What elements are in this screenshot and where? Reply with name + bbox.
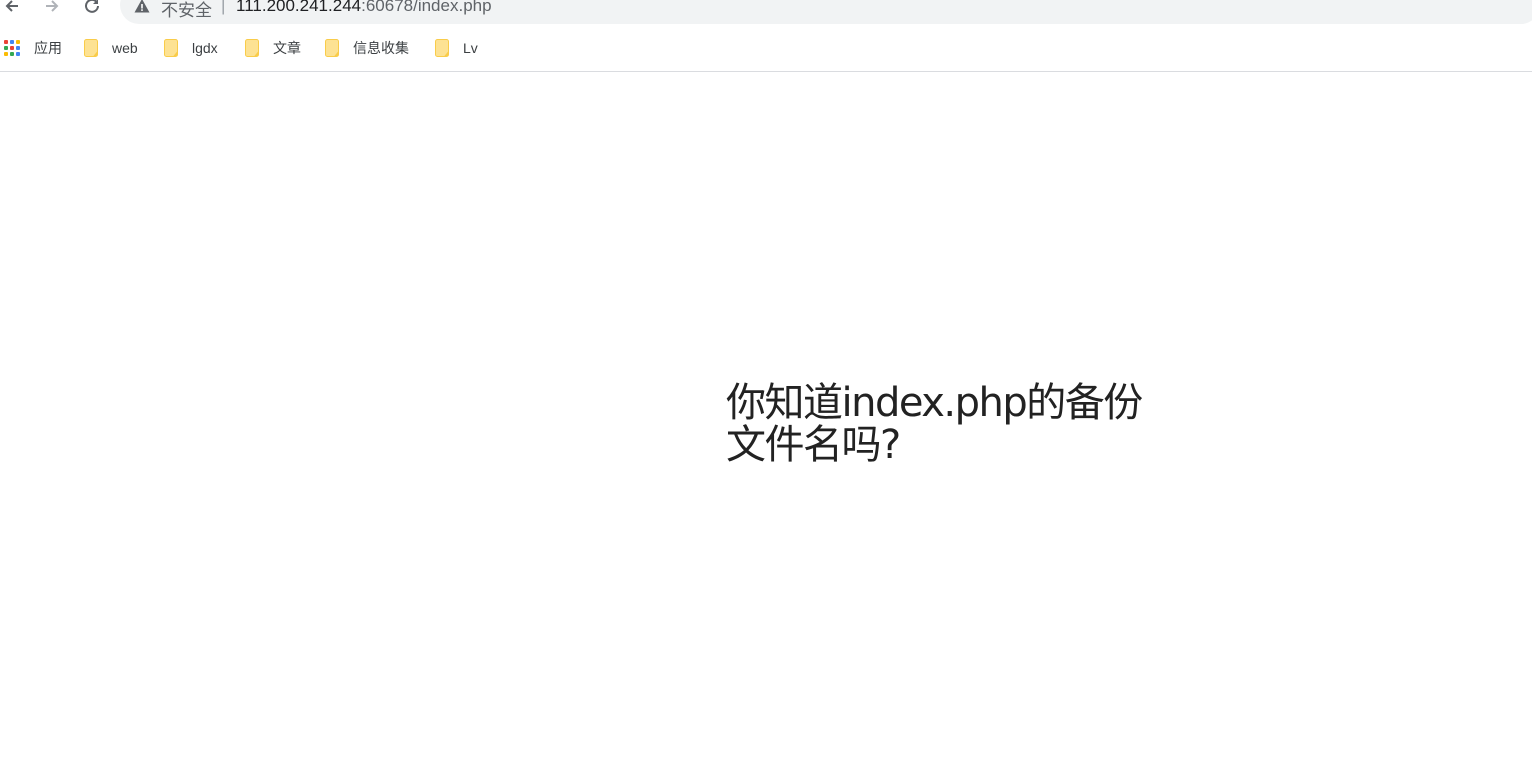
forward-button[interactable]	[38, 0, 66, 20]
folder-icon	[164, 39, 178, 57]
browser-toolbar: 不安全 | 111.200.241.244:60678/index.php	[0, 0, 1532, 26]
bookmark-label: lgdx	[192, 40, 218, 56]
bookmark-folder-lgdx[interactable]: lgdx	[164, 34, 218, 62]
bookmark-apps[interactable]: 应用	[4, 34, 62, 62]
url-separator: |	[221, 0, 226, 15]
folder-icon	[245, 39, 259, 57]
forward-arrow-icon	[46, 0, 59, 12]
reload-icon	[85, 0, 99, 13]
bookmarks-bar: 应用 web lgdx 文章 信息收集 Lv	[0, 34, 1532, 62]
url-host: 111.200.241.244	[236, 0, 362, 15]
bookmark-label: 文章	[273, 40, 301, 56]
folder-icon	[435, 39, 449, 57]
back-arrow-icon	[5, 0, 18, 12]
bookmark-folder-articles[interactable]: 文章	[245, 34, 301, 62]
browser-chrome: 不安全 | 111.200.241.244:60678/index.php 应用…	[0, 0, 1532, 72]
page-message: 你知道index.php的备份文件名吗?	[726, 380, 1143, 468]
bookmark-label: 信息收集	[353, 40, 409, 56]
back-button[interactable]	[0, 0, 26, 20]
bookmark-label: 应用	[34, 40, 62, 56]
url-path: :60678/index.php	[361, 0, 492, 15]
folder-icon	[325, 39, 339, 57]
bookmark-label: Lv	[463, 40, 478, 56]
reload-button[interactable]	[78, 0, 106, 20]
folder-icon	[84, 39, 98, 57]
warning-icon[interactable]	[133, 0, 151, 15]
url-text[interactable]: 111.200.241.244:60678/index.php	[236, 0, 492, 16]
bookmark-folder-info-gathering[interactable]: 信息收集	[325, 34, 409, 62]
apps-grid-icon	[4, 40, 20, 56]
bookmark-label: web	[112, 40, 138, 56]
bookmark-folder-web[interactable]: web	[84, 34, 138, 62]
bookmark-folder-lv[interactable]: Lv	[435, 34, 478, 62]
security-status-label[interactable]: 不安全	[161, 0, 212, 21]
